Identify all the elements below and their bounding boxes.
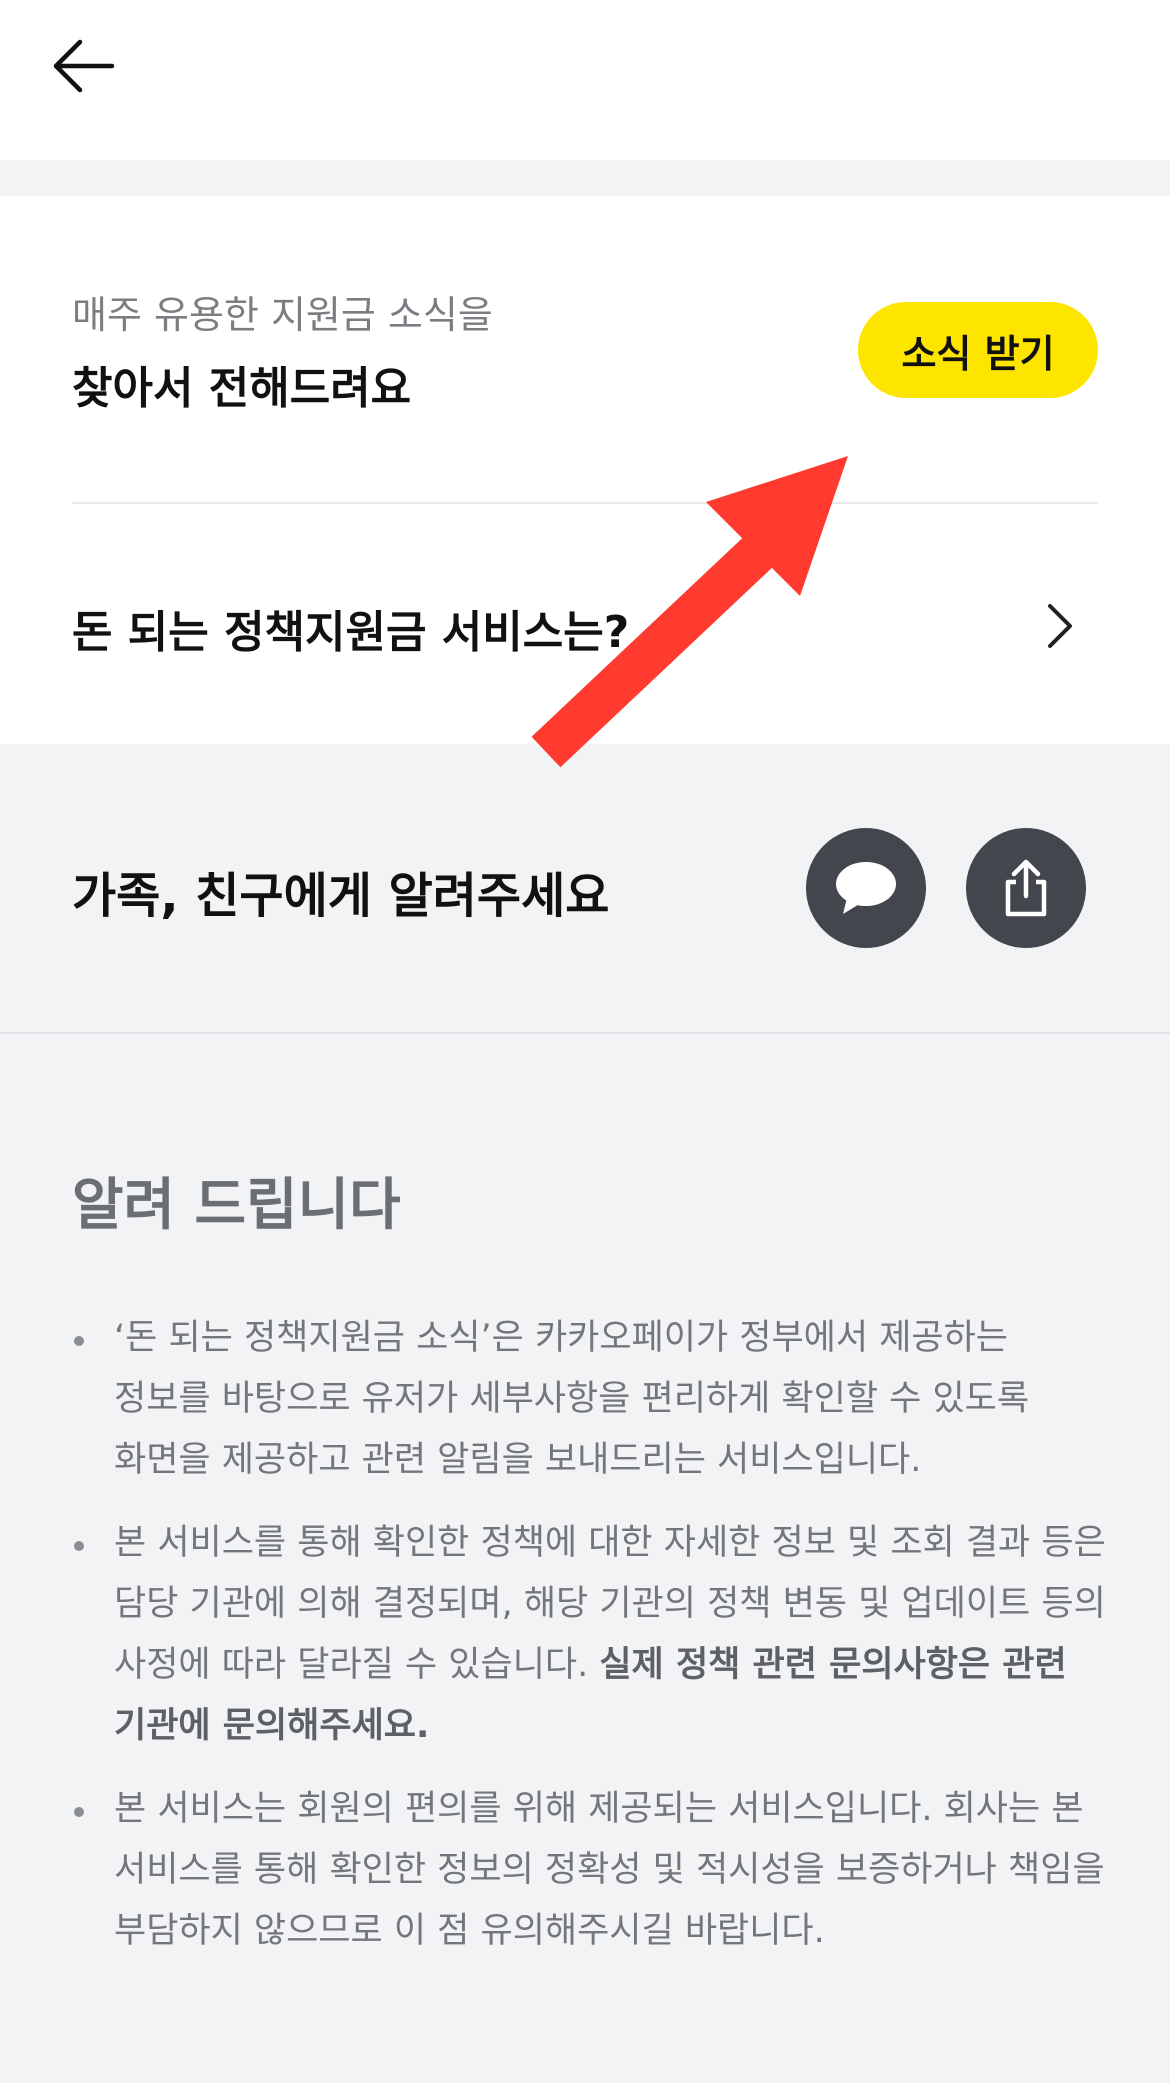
notice-list: ‘돈 되는 정책지원금 소식’은 카카오페이가 정부에서 제공하는 정보를 바탕…: [72, 1308, 1112, 1984]
share-title: 가족, 친구에게 알려주세요: [72, 868, 610, 924]
service-link-label: 돈 되는 정책지원금 서비스는?: [72, 607, 630, 658]
back-button[interactable]: [44, 30, 124, 102]
share-upload-icon: [1005, 859, 1047, 917]
notice-item: 본 서비스를 통해 확인한 정책에 대한 자세한 정보 및 조회 결과 등은 담…: [72, 1513, 1112, 1757]
chevron-right-icon: [1048, 604, 1072, 648]
notice-item-text: ‘돈 되는 정책지원금 소식’은 카카오페이가 정부에서 제공하는 정보를 바탕…: [114, 1318, 1030, 1480]
arrow-left-icon: [53, 39, 115, 93]
service-link-row[interactable]: 돈 되는 정책지원금 서비스는?: [0, 506, 1170, 744]
policy-subsidy-page: 매주 유용한 지원금 소식을 찾아서 전해드려요 소식 받기 돈 되는 정책지원…: [0, 0, 1170, 2083]
divider: [72, 502, 1098, 504]
kakaotalk-share-button[interactable]: [806, 828, 926, 948]
speech-bubble-icon: [836, 862, 896, 914]
news-title: 찾아서 전해드려요: [72, 363, 412, 414]
share-button[interactable]: [966, 828, 1086, 948]
top-bar: [0, 0, 1170, 160]
share-section: 가족, 친구에게 알려주세요: [0, 744, 1170, 1034]
notice-item: 본 서비스는 회원의 편의를 위해 제공되는 서비스입니다. 회사는 본 서비스…: [72, 1779, 1112, 1962]
section-gap: [0, 160, 1170, 196]
notice-item-text: 본 서비스는 회원의 편의를 위해 제공되는 서비스입니다. 회사는 본 서비스…: [114, 1789, 1105, 1951]
notice-section: 알려 드립니다 ‘돈 되는 정책지원금 소식’은 카카오페이가 정부에서 제공하…: [0, 1034, 1170, 2083]
notice-item: ‘돈 되는 정책지원금 소식’은 카카오페이가 정부에서 제공하는 정보를 바탕…: [72, 1308, 1112, 1491]
notice-title: 알려 드립니다: [72, 1173, 401, 1238]
subscribe-button[interactable]: 소식 받기: [858, 302, 1098, 398]
news-card: 매주 유용한 지원금 소식을 찾아서 전해드려요 소식 받기 돈 되는 정책지원…: [0, 196, 1170, 744]
news-subtitle: 매주 유용한 지원금 소식을: [72, 293, 493, 337]
